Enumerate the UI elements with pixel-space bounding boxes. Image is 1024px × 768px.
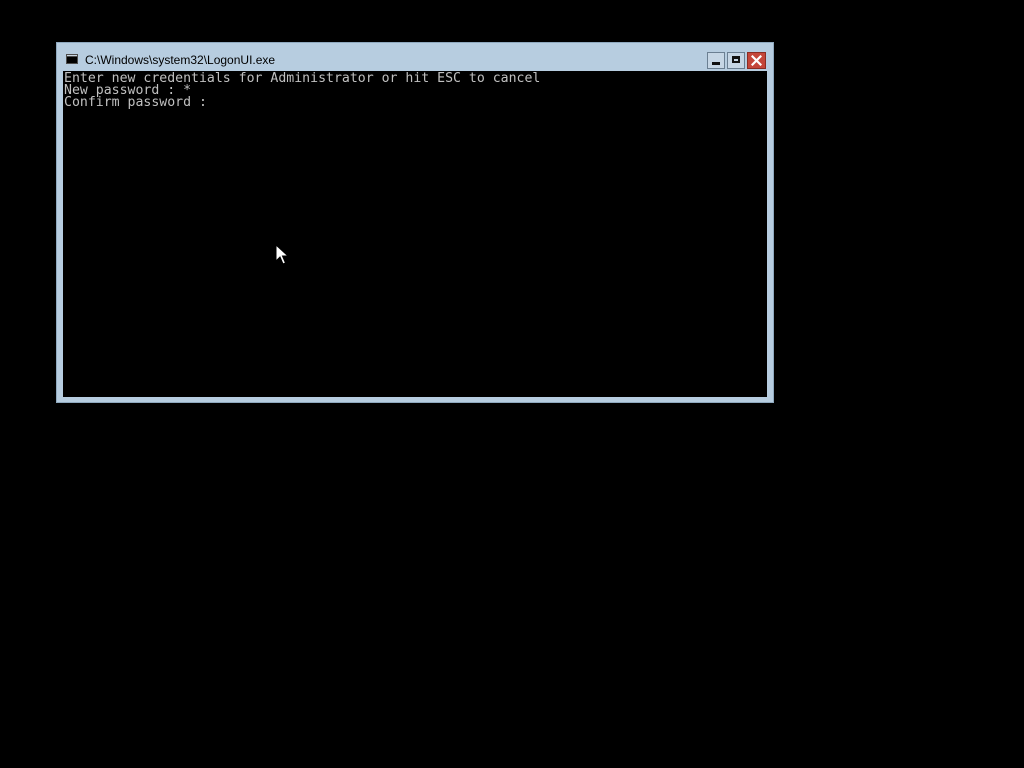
console-icon[interactable] [66, 54, 78, 64]
desktop: C:\Windows\system32\LogonUI.exe Enter ne… [0, 0, 1024, 768]
console-output[interactable]: Enter new credentials for Administrator … [63, 71, 767, 397]
close-button[interactable] [747, 52, 766, 69]
close-icon [751, 55, 762, 66]
maximize-button[interactable] [727, 52, 745, 69]
window-title: C:\Windows\system32\LogonUI.exe [85, 53, 276, 67]
title-bar[interactable]: C:\Windows\system32\LogonUI.exe [57, 43, 773, 71]
mouse-pointer-icon [275, 244, 289, 265]
console-window: C:\Windows\system32\LogonUI.exe Enter ne… [56, 42, 774, 403]
minimize-button[interactable] [707, 52, 725, 69]
maximize-icon [732, 56, 740, 63]
confirm-password-line: Confirm password : [64, 95, 207, 110]
minimize-icon [712, 62, 720, 65]
